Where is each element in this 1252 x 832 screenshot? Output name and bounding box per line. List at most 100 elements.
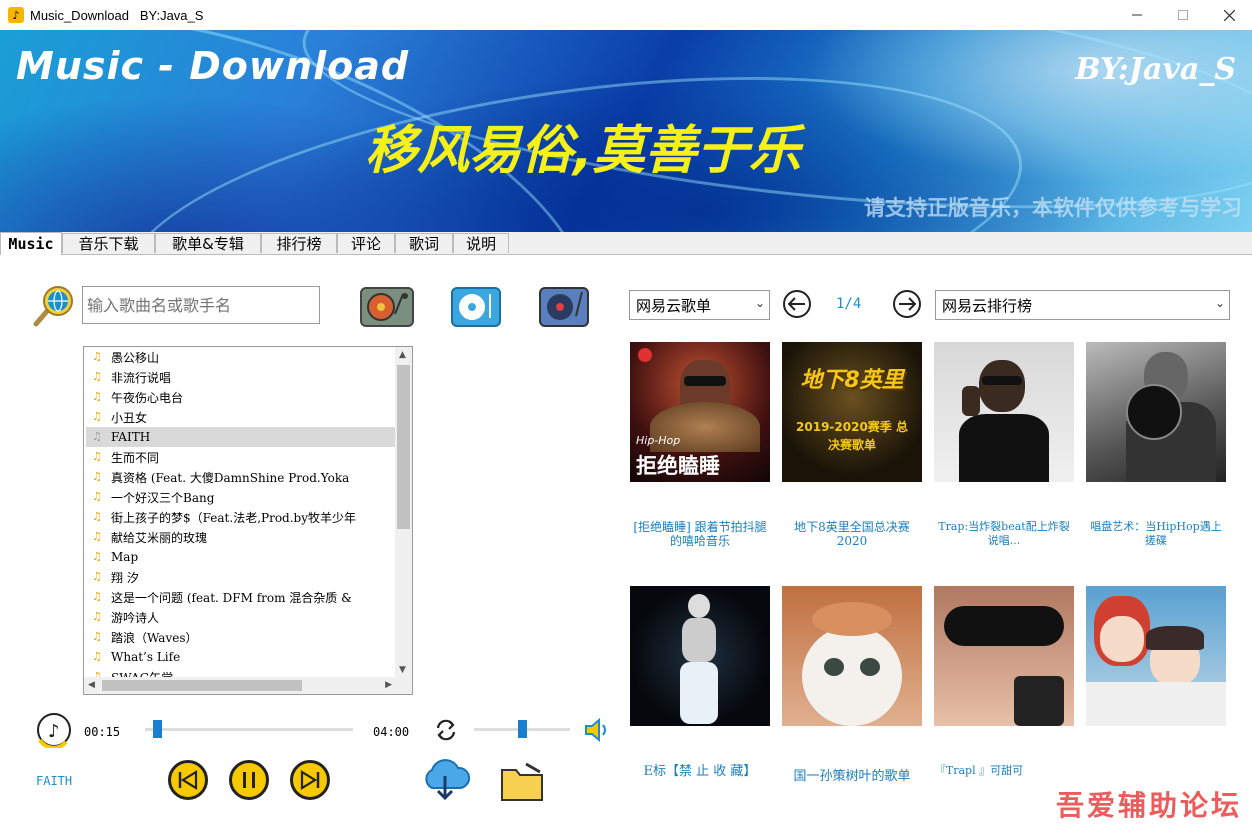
tab-comments[interactable]: 评论: [337, 233, 395, 253]
next-track-button[interactable]: [290, 760, 330, 800]
tab-charts[interactable]: 排行榜: [261, 233, 337, 253]
scroll-thumb[interactable]: [397, 365, 410, 529]
playlist-cover[interactable]: [934, 586, 1074, 726]
playlist-cover[interactable]: [630, 586, 770, 726]
search-globe-icon[interactable]: [32, 284, 76, 328]
playlist-cover[interactable]: [1086, 586, 1226, 726]
volume-slider-thumb[interactable]: [518, 720, 527, 738]
tab-about[interactable]: 说明: [453, 233, 509, 253]
playlist-cover[interactable]: [1086, 342, 1226, 482]
search-input[interactable]: [82, 286, 320, 324]
music-note-icon: ♫: [92, 350, 102, 363]
music-disc-icon: ♪: [36, 712, 72, 750]
cloud-download-icon[interactable]: [420, 758, 470, 802]
close-button[interactable]: [1206, 0, 1252, 30]
total-time: 04:00: [373, 725, 410, 739]
list-item[interactable]: ♫ 生而不同: [86, 447, 396, 467]
playlist-cover[interactable]: [782, 586, 922, 726]
playlist-source-select[interactable]: 网易云歌单 ⌄: [629, 290, 770, 320]
list-item[interactable]: ♫ 非流行说唱: [86, 367, 396, 387]
list-item[interactable]: ♫ 这是一个问题 (feat. DFM from 混合杂质 &: [86, 587, 396, 607]
sunglasses-shape: [684, 376, 726, 386]
scroll-thumb[interactable]: [102, 680, 302, 691]
person-body: [959, 414, 1049, 482]
music-note-icon: ♫: [92, 550, 102, 563]
list-item[interactable]: ♫ What’s Life: [86, 647, 396, 667]
list-item[interactable]: ♫ 真资格 (Feat. 大傻DamnShine Prod.Yoka: [86, 467, 396, 487]
list-item[interactable]: ♫ 一个好汉三个Bang: [86, 487, 396, 507]
cover-title: 地下8英里: [800, 368, 904, 393]
horizontal-scrollbar[interactable]: ◀ ▶: [84, 677, 412, 694]
music-note-icon: ♫: [92, 590, 102, 603]
pause-button[interactable]: [229, 760, 269, 800]
scroll-right-icon[interactable]: ▶: [385, 680, 392, 690]
playlist-cover[interactable]: Hip-Hop 拒绝瞌睡: [630, 342, 770, 482]
list-item[interactable]: ♫ 踏浪（Waves）: [86, 627, 396, 647]
arrow-left-icon: [788, 297, 805, 311]
minimize-icon: [1132, 14, 1142, 16]
record-player-icon[interactable]: [538, 286, 590, 328]
playlist-title[interactable]: E标【禁 止 收 藏】: [630, 764, 770, 779]
tab-lyrics[interactable]: 歌词: [395, 233, 453, 253]
previous-track-button[interactable]: [168, 760, 208, 800]
vertical-scrollbar[interactable]: ▲ ▼: [395, 347, 412, 678]
vinyl-player-icon[interactable]: [450, 286, 502, 328]
volume-icon[interactable]: [582, 716, 610, 744]
tab-playlist-album[interactable]: 歌单&专辑: [155, 233, 261, 253]
music-note-icon: ♫: [92, 370, 102, 383]
tab-bar: Music 音乐下载 歌单&专辑 排行榜 评论 歌词 说明: [0, 232, 1252, 255]
folder-icon[interactable]: [498, 760, 546, 804]
chevron-down-icon: ⌄: [1214, 296, 1225, 310]
song-list[interactable]: ♫ 愚公移山 ♫ 非流行说唱 ♫ 午夜伤心电台 ♫ 小丑女 ♫ FAITH ♫ 生而不同 ♫…: [83, 346, 413, 695]
minimize-button[interactable]: [1114, 0, 1160, 30]
app-music-icon: ♪: [8, 7, 24, 23]
title-bar: ♪ Music_Download BY:Java_S: [0, 0, 1252, 30]
list-item[interactable]: ♫ 街上孩子的梦$（Feat.法老,Prod.by牧羊少年: [86, 507, 396, 527]
playlist-title[interactable]: 国一孙策树叶的歌单: [782, 770, 922, 784]
playlist-cover[interactable]: 地下8英里 2019-2020赛季 总决赛歌单: [782, 342, 922, 482]
scroll-up-icon[interactable]: ▲: [399, 350, 406, 360]
list-item[interactable]: ♫ 游吟诗人: [86, 607, 396, 627]
music-note-icon: ♫: [92, 390, 102, 403]
sunglasses-shape: [944, 606, 1064, 646]
list-item[interactable]: ♫ 愚公移山: [86, 347, 396, 367]
cover-title: 拒绝瞌睡: [636, 454, 720, 478]
playlist-title[interactable]: [拒绝瞌睡] 跟着节拍抖腿的嘻哈音乐: [630, 520, 770, 548]
music-note-icon: ♫: [92, 530, 102, 543]
chart-source-select[interactable]: 网易云排行榜 ⌄: [935, 290, 1230, 320]
now-playing-label: FAITH: [36, 774, 73, 788]
progress-track[interactable]: [145, 728, 353, 731]
cover-subtitle: Hip-Hop: [636, 434, 681, 447]
list-item-selected[interactable]: ♫ FAITH: [86, 427, 396, 447]
list-item[interactable]: ♫ 午夜伤心电台: [86, 387, 396, 407]
chevron-down-icon: ⌄: [754, 296, 765, 310]
music-note-icon: ♫: [92, 490, 102, 503]
elapsed-time: 00:15: [84, 725, 121, 739]
list-item[interactable]: ♫ 翔 汐: [86, 567, 396, 587]
page-indicator: 1/4: [836, 296, 862, 312]
skip-forward-icon: [300, 770, 320, 790]
next-page-button[interactable]: [893, 290, 921, 318]
music-note-icon: ♫: [92, 470, 102, 483]
list-item[interactable]: ♫ 献给艾米丽的玫瑰: [86, 527, 396, 547]
scroll-down-icon[interactable]: ▼: [399, 665, 406, 675]
playlist-title[interactable]: Trap:当炸裂beat配上炸裂说唱...: [934, 520, 1074, 548]
tab-music[interactable]: Music: [0, 232, 62, 255]
list-item[interactable]: ♫ 小丑女: [86, 407, 396, 427]
playlist-title[interactable]: 地下8英里全国总决赛2020: [782, 520, 922, 548]
list-item[interactable]: ♫ Map: [86, 547, 396, 567]
scroll-left-icon[interactable]: ◀: [88, 680, 95, 690]
maximize-button[interactable]: [1160, 0, 1206, 30]
prev-page-button[interactable]: [783, 290, 811, 318]
header-banner: Music - Download BY:Java_S 移风易俗,莫善于乐 请支持…: [0, 30, 1252, 232]
pause-icon: [243, 772, 255, 788]
turntable-icon[interactable]: [359, 286, 415, 328]
repeat-icon[interactable]: [432, 716, 460, 744]
progress-slider-thumb[interactable]: [153, 720, 163, 738]
playlist-cover[interactable]: [934, 342, 1074, 482]
playlist-title[interactable]: 『Trapl 』可甜可: [934, 764, 1024, 778]
music-note-icon: ♫: [92, 430, 102, 443]
tab-music-download[interactable]: 音乐下载: [62, 233, 155, 253]
playlist-title[interactable]: 唱盘艺术：当HipHop遇上搓碟: [1086, 520, 1226, 548]
banner-title: Music - Download: [16, 44, 410, 88]
